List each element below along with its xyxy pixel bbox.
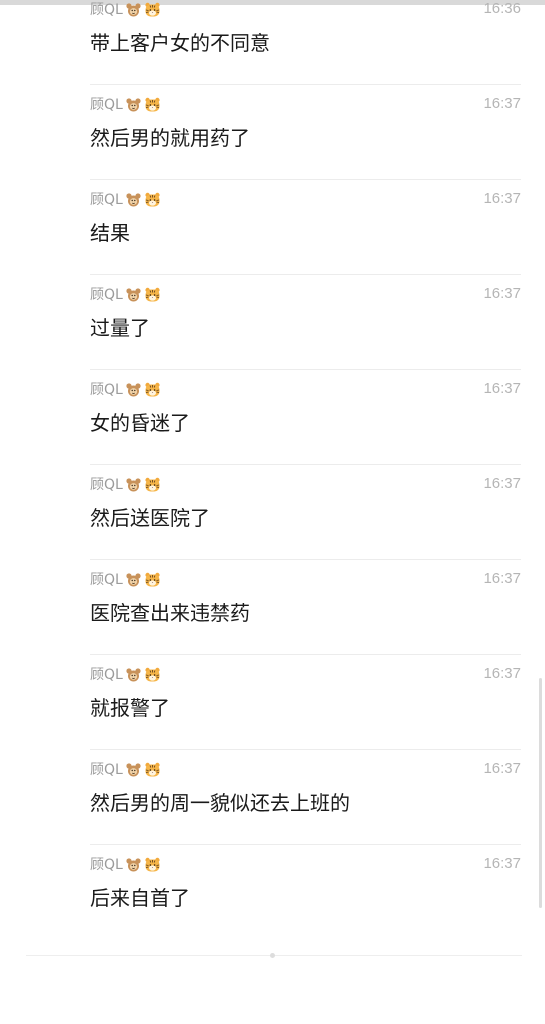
sender-name: 顾QL [90, 857, 123, 873]
message-time: 16:37 [483, 190, 521, 207]
sender-line: 顾QL [90, 380, 161, 398]
message-item[interactable]: 顾QL [0, 180, 545, 275]
tiger-icon [144, 666, 161, 683]
sender-name: 顾QL [90, 2, 123, 18]
monkey-icon [125, 381, 142, 398]
tiger-icon [144, 96, 161, 113]
message-text[interactable]: 女的昏迷了 [90, 407, 190, 436]
message-item[interactable]: 顾QL [0, 275, 545, 370]
message-item[interactable]: 顾QL [0, 0, 545, 85]
monkey-icon [125, 96, 142, 113]
message-time: 16:37 [483, 285, 521, 302]
message-item[interactable]: 顾QL [0, 85, 545, 180]
message-time: 16:37 [483, 760, 521, 777]
message-item[interactable]: 顾QL [0, 560, 545, 655]
sender-line: 顾QL [90, 475, 161, 493]
sender-line: 顾QL [90, 95, 161, 113]
sender-name: 顾QL [90, 762, 123, 778]
end-dot [270, 953, 275, 958]
sender-line: 顾QL [90, 285, 161, 303]
sender-line: 顾QL [90, 570, 161, 588]
message-time: 16:37 [483, 665, 521, 682]
monkey-icon [125, 666, 142, 683]
sender-line: 顾QL [90, 760, 161, 778]
tiger-icon [144, 761, 161, 778]
monkey-icon [125, 571, 142, 588]
message-text[interactable]: 后来自首了 [90, 882, 190, 911]
sender-name: 顾QL [90, 97, 123, 113]
tiger-icon [144, 1, 161, 18]
monkey-icon [125, 286, 142, 303]
message-text[interactable]: 然后送医院了 [90, 502, 210, 531]
message-time: 16:37 [483, 380, 521, 397]
monkey-icon [125, 191, 142, 208]
tiger-icon [144, 286, 161, 303]
message-text[interactable]: 带上客户女的不同意 [90, 27, 270, 56]
tiger-icon [144, 191, 161, 208]
sender-name: 顾QL [90, 477, 123, 493]
message-list: 顾QL 16:36 带上客户女的不同意 顾QL 16:37 然后男的就用药了 顾… [0, 0, 545, 940]
message-item[interactable]: 顾QL [0, 655, 545, 750]
scrollbar[interactable] [539, 678, 542, 908]
message-item[interactable]: 顾QL [0, 370, 545, 465]
message-item[interactable]: 顾QL [0, 750, 545, 845]
tiger-icon [144, 571, 161, 588]
message-time: 16:37 [483, 475, 521, 492]
message-text[interactable]: 结果 [90, 217, 130, 246]
sender-name: 顾QL [90, 572, 123, 588]
sender-name: 顾QL [90, 192, 123, 208]
sender-name: 顾QL [90, 382, 123, 398]
message-text[interactable]: 医院查出来违禁药 [90, 597, 250, 626]
monkey-icon [125, 1, 142, 18]
message-text[interactable]: 然后男的周一貌似还去上班的 [90, 787, 350, 816]
sender-name: 顾QL [90, 667, 123, 683]
sender-name: 顾QL [90, 287, 123, 303]
sender-line: 顾QL [90, 0, 161, 18]
monkey-icon [125, 476, 142, 493]
monkey-icon [125, 761, 142, 778]
sender-line: 顾QL [90, 190, 161, 208]
message-time: 16:37 [483, 95, 521, 112]
sender-line: 顾QL [90, 855, 161, 873]
monkey-icon [125, 856, 142, 873]
message-item[interactable]: 顾QL [0, 845, 545, 940]
message-item[interactable]: 顾QL [0, 465, 545, 560]
message-time: 16:37 [483, 855, 521, 872]
message-time: 16:36 [483, 0, 521, 17]
message-time: 16:37 [483, 570, 521, 587]
message-text[interactable]: 过量了 [90, 312, 150, 341]
tiger-icon [144, 856, 161, 873]
tiger-icon [144, 381, 161, 398]
sender-line: 顾QL [90, 665, 161, 683]
tiger-icon [144, 476, 161, 493]
message-text[interactable]: 然后男的就用药了 [90, 122, 250, 151]
message-text[interactable]: 就报警了 [90, 692, 170, 721]
